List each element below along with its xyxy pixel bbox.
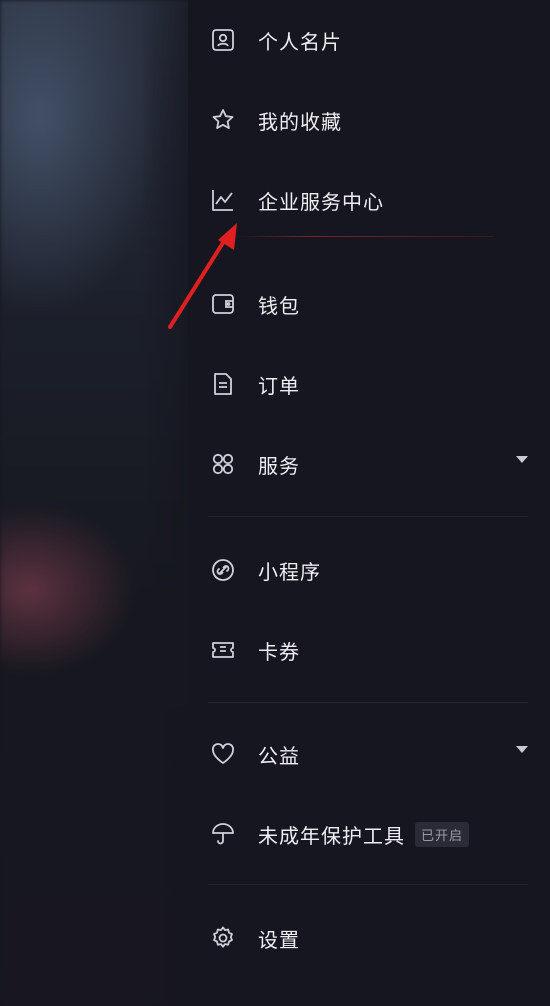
chevron-down-icon[interactable] bbox=[516, 746, 528, 753]
menu-item-label: 订单 bbox=[258, 373, 300, 398]
trend-chart-icon bbox=[208, 185, 238, 215]
menu-item-label: 个人名片 bbox=[258, 29, 342, 54]
status-badge: 已开启 bbox=[415, 821, 470, 847]
menu-item-services[interactable]: 服务 bbox=[208, 442, 528, 486]
menu-item-label: 卡券 bbox=[258, 639, 300, 664]
menu-item-charity[interactable]: 公益 bbox=[208, 732, 528, 776]
contact-card-icon bbox=[208, 25, 238, 55]
section-divider bbox=[208, 884, 528, 885]
star-icon bbox=[208, 105, 238, 135]
link-icon bbox=[208, 555, 238, 585]
grid-icon bbox=[208, 449, 238, 479]
ticket-icon bbox=[208, 635, 238, 665]
highlight-underline bbox=[232, 236, 494, 237]
menu-item-label: 公益 bbox=[258, 743, 300, 768]
heart-icon bbox=[208, 739, 238, 769]
menu-item-wallet[interactable]: 钱包 bbox=[208, 282, 528, 326]
menu-item-favorites[interactable]: 我的收藏 bbox=[208, 98, 528, 142]
menu-item-label: 企业服务中心 bbox=[258, 189, 384, 214]
document-icon bbox=[208, 369, 238, 399]
menu-item-label: 未成年保护工具 bbox=[258, 823, 405, 848]
menu-item-label: 小程序 bbox=[258, 559, 321, 584]
menu-item-business-card[interactable]: 个人名片 bbox=[208, 18, 528, 62]
umbrella-icon bbox=[208, 819, 238, 849]
section-divider bbox=[208, 516, 528, 517]
side-drawer-menu: 个人名片 我的收藏 企业服务中心 钱包 订单 服务 小程序 卡券 公益 未成年保… bbox=[188, 0, 550, 1006]
menu-item-label: 设置 bbox=[258, 927, 300, 952]
menu-item-label: 服务 bbox=[258, 453, 300, 478]
menu-item-label: 钱包 bbox=[258, 293, 300, 318]
menu-item-coupons[interactable]: 卡券 bbox=[208, 628, 528, 672]
section-divider bbox=[208, 702, 528, 703]
menu-item-minor-protection[interactable]: 未成年保护工具 已开启 bbox=[208, 812, 528, 856]
gear-icon bbox=[208, 923, 238, 953]
menu-item-settings[interactable]: 设置 bbox=[208, 916, 528, 960]
menu-item-enterprise-service-center[interactable]: 企业服务中心 bbox=[208, 178, 528, 222]
menu-item-orders[interactable]: 订单 bbox=[208, 362, 528, 406]
menu-item-label: 我的收藏 bbox=[258, 109, 342, 134]
wallet-icon bbox=[208, 289, 238, 319]
menu-item-mini-programs[interactable]: 小程序 bbox=[208, 548, 528, 592]
chevron-down-icon[interactable] bbox=[516, 456, 528, 463]
